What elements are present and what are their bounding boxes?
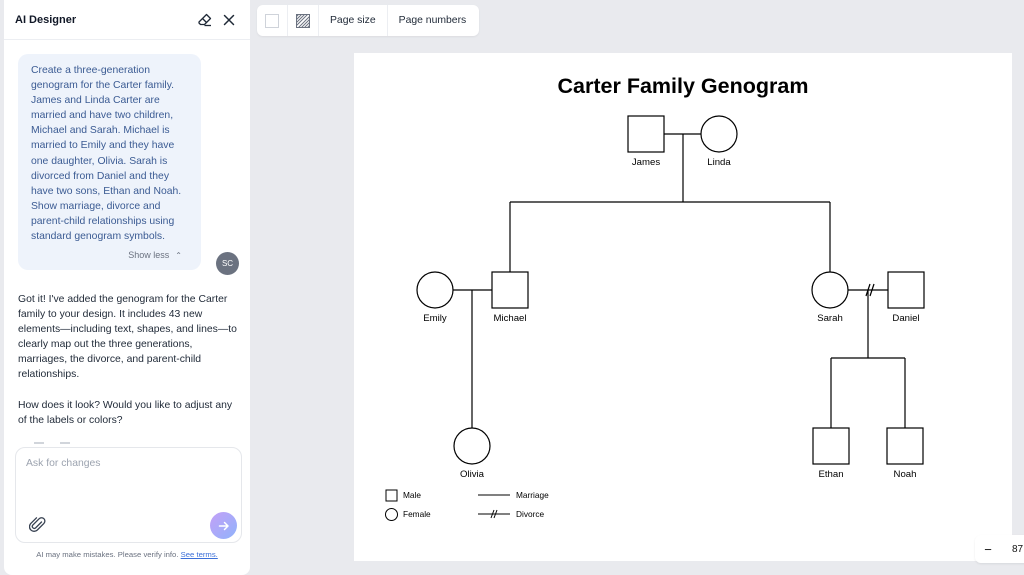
ai-designer-panel: AI Designer Create a three-generation ge… xyxy=(4,0,250,575)
zoom-out-button[interactable]: − xyxy=(975,542,1001,557)
feedback-icons-partial xyxy=(34,442,70,444)
disclaimer-text: AI may make mistakes. Please verify info… xyxy=(36,550,179,559)
arrow-right-icon xyxy=(218,521,229,530)
name-label[interactable]: Michael xyxy=(493,313,526,324)
paperclip-icon[interactable] xyxy=(28,516,47,534)
terms-link[interactable]: See terms. xyxy=(181,550,218,559)
ethan-symbol[interactable] xyxy=(812,427,850,465)
genogram-drawing: Carter Family Genogram James Linda Emily… xyxy=(385,74,925,521)
legend[interactable]: Male Female Marriage Divorce xyxy=(385,489,550,521)
legend-male-square xyxy=(385,489,398,502)
toolbar-divider xyxy=(287,5,288,36)
noah-symbol[interactable] xyxy=(886,427,924,465)
design-canvas[interactable]: Carter Family Genogram James Linda Emily… xyxy=(354,53,1012,561)
page-toolbar: Page size Page numbers xyxy=(257,5,479,36)
panel-header: AI Designer xyxy=(4,0,250,40)
name-label[interactable]: Olivia xyxy=(460,469,485,480)
olivia-symbol[interactable] xyxy=(453,427,491,465)
ai-followup-text: How does it look? Would you like to adju… xyxy=(18,399,233,426)
name-label[interactable]: Linda xyxy=(707,157,731,168)
daniel-symbol[interactable] xyxy=(887,271,925,309)
chevron-up-icon: ⌃ xyxy=(175,251,182,261)
pattern-icon[interactable] xyxy=(295,13,311,28)
linda-symbol[interactable] xyxy=(700,115,738,153)
close-icon[interactable] xyxy=(219,10,239,30)
send-button[interactable] xyxy=(210,512,237,539)
emily-symbol[interactable] xyxy=(416,271,454,309)
show-less-toggle[interactable]: Show less ⌃ xyxy=(31,250,188,260)
user-message-bubble: Create a three-generation genogram for t… xyxy=(18,54,201,271)
genogram-title[interactable]: Carter Family Genogram xyxy=(558,74,809,98)
legend-male-label: Male xyxy=(403,490,421,500)
show-less-label: Show less xyxy=(128,250,170,261)
page-numbers-button[interactable]: Page numbers xyxy=(388,5,478,36)
avatar: SC xyxy=(216,252,239,275)
legend-marriage-label: Marriage xyxy=(516,490,549,500)
ai-response: Got it! I've added the genogram for the … xyxy=(18,292,242,428)
page-size-button[interactable]: Page size xyxy=(319,5,387,36)
name-label[interactable]: Sarah xyxy=(817,313,843,324)
chat-input[interactable] xyxy=(26,458,226,469)
name-label[interactable]: Ethan xyxy=(818,469,843,480)
name-label[interactable]: Daniel xyxy=(892,313,919,324)
name-label[interactable]: Noah xyxy=(894,469,917,480)
chat-input-box xyxy=(15,447,242,543)
zoom-control: − 87 xyxy=(975,535,1024,563)
zoom-level[interactable]: 87 xyxy=(1012,544,1023,555)
james-symbol[interactable] xyxy=(627,115,665,153)
panel-title: AI Designer xyxy=(15,13,77,26)
legend-divorce-label: Divorce xyxy=(516,509,545,519)
name-label[interactable]: James xyxy=(632,157,660,168)
legend-female-circle xyxy=(385,508,398,521)
sarah-symbol[interactable] xyxy=(811,271,849,309)
michael-symbol[interactable] xyxy=(491,271,529,309)
disclaimer: AI may make mistakes. Please verify info… xyxy=(4,550,250,559)
legend-female-label: Female xyxy=(403,509,431,519)
name-label[interactable]: Emily xyxy=(423,313,447,324)
eraser-icon[interactable] xyxy=(195,10,215,30)
user-message-text: Create a three-generation genogram for t… xyxy=(31,65,182,243)
background-color-swatch[interactable] xyxy=(265,13,279,28)
ai-response-text: Got it! I've added the genogram for the … xyxy=(18,294,237,381)
